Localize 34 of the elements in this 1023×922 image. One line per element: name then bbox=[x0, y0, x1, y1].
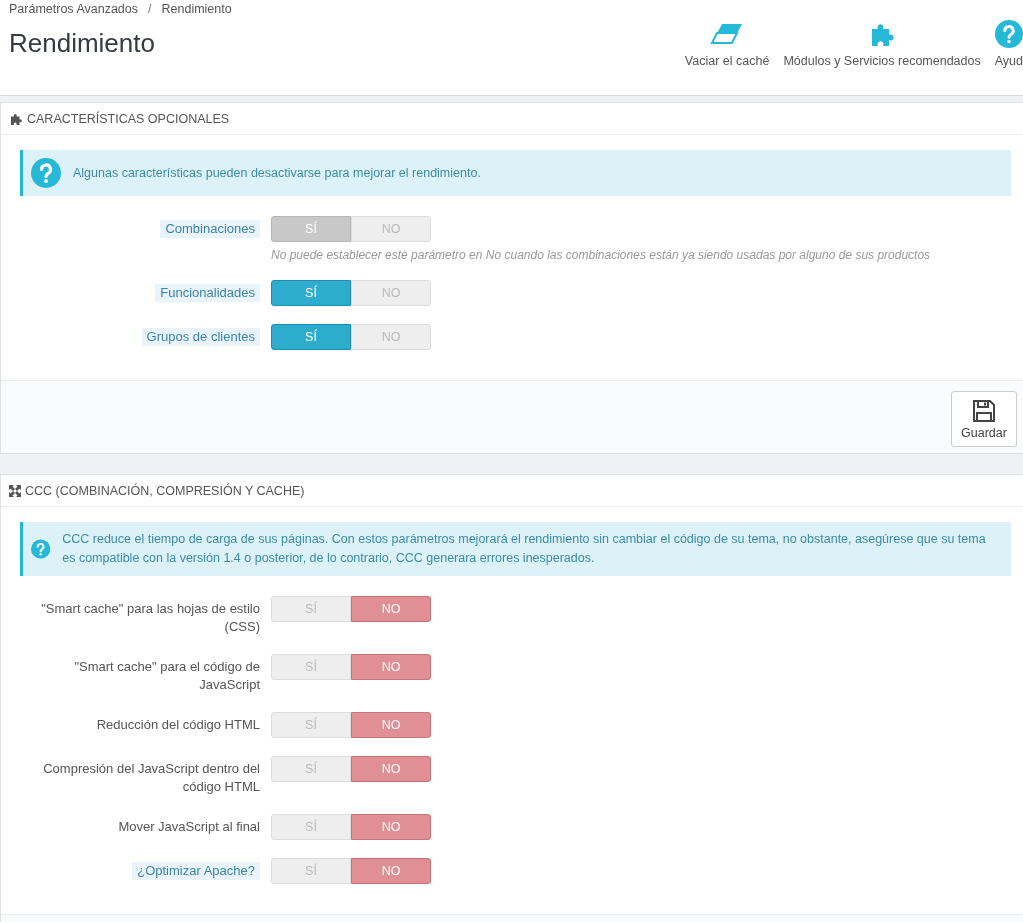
field-label: "Smart cache" para las hojas de estilo (CSS) bbox=[40, 600, 260, 636]
help-note: No puede establecer este parámetro en No cuando las combinaciones están ya siendo usadas por alguno de sus productos bbox=[271, 248, 932, 262]
toolbar-button[interactable]: Ayud bbox=[994, 20, 1023, 95]
breadcrumb-item[interactable]: Parámetros Avanzados bbox=[9, 2, 138, 16]
help-icon bbox=[31, 158, 61, 188]
puzzle-icon bbox=[9, 111, 23, 126]
field-label: Combinaciones bbox=[160, 220, 260, 238]
field-label: "Smart cache" para el código de JavaScript bbox=[73, 658, 260, 694]
no-option[interactable]: NO bbox=[351, 654, 431, 680]
panel-title: CCC (COMBINACIÓN, COMPRESIÓN Y CACHE) bbox=[25, 483, 305, 498]
field-label: Funcionalidades bbox=[155, 284, 260, 302]
panel-title: CARACTERÍSTICAS OPCIONALES bbox=[27, 111, 230, 126]
toolbar-button[interactable]: Vaciar el caché bbox=[684, 20, 770, 95]
toolbar-button[interactable]: Módulos y Servicios recomendados bbox=[783, 20, 981, 95]
expand-arrows-icon bbox=[9, 484, 21, 497]
no-option[interactable]: NO bbox=[351, 814, 431, 840]
save-button[interactable]: Guardar bbox=[951, 391, 1017, 447]
field-label: Compresión del JavaScript dentro del código HTML bbox=[42, 760, 260, 796]
field-label: Grupos de clientes bbox=[141, 328, 260, 346]
field-label: Reducción del código HTML bbox=[96, 716, 260, 734]
field-label: Mover JavaScript al final bbox=[118, 818, 260, 836]
field-label: ¿Optimizar Apache? bbox=[132, 862, 260, 880]
info-text: CCC reduce el tiempo de carga de sus páginas. Con estos parámetros mejorará el rendimiento sin cambiar el código de su tema, no obstante, asegúrese que su tema es compatible con la versión 1.4 o posterior, de lo contrario, CCC generara errores inesperados. bbox=[62, 531, 987, 567]
breadcrumb-separator: / bbox=[148, 2, 152, 16]
yes-option[interactable]: SÍ bbox=[271, 280, 351, 306]
yes-option[interactable]: SÍ bbox=[271, 324, 351, 350]
no-option[interactable]: NO bbox=[351, 858, 431, 884]
info-text: Algunas características pueden desactivarse para mejorar el rendimiento. bbox=[73, 164, 481, 182]
no-option[interactable]: NO bbox=[351, 756, 431, 782]
page-title: Rendimiento bbox=[9, 28, 156, 59]
no-option[interactable]: NO bbox=[351, 712, 431, 738]
save-icon bbox=[972, 398, 996, 423]
no-option[interactable]: NO bbox=[351, 596, 431, 622]
breadcrumb-item: Rendimiento bbox=[161, 2, 232, 16]
